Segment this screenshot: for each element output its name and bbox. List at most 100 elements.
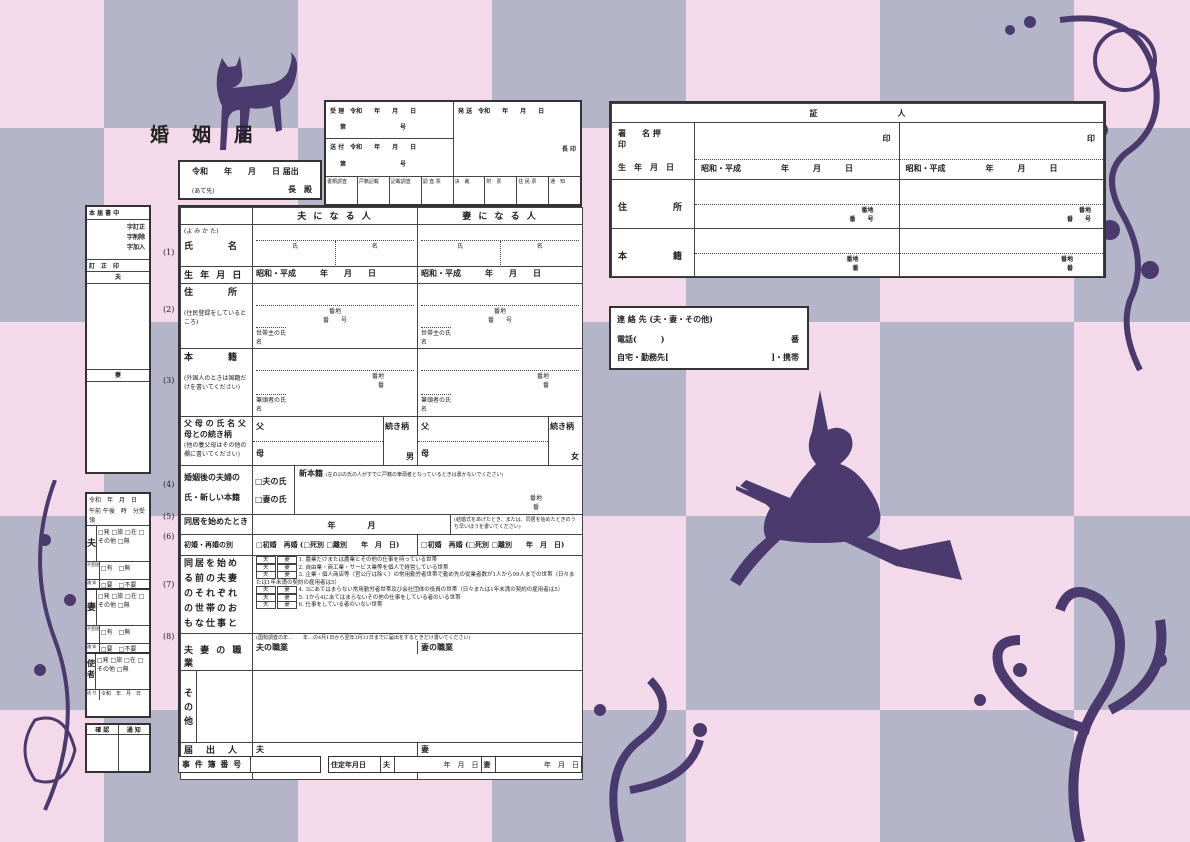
notify-label: 通 知 bbox=[87, 644, 100, 652]
new-domicile-field[interactable]: 新本籍 (左の☑の氏の人がすでに戸籍の筆頭者となっているときは書かないでください… bbox=[295, 466, 582, 514]
wife-surname-checkbox[interactable]: □妻の氏 bbox=[255, 490, 292, 508]
check-cell: 通 知 bbox=[550, 179, 566, 185]
household-option[interactable]: 夫 妻 6. 仕事をしている者のいない世帯 bbox=[256, 601, 579, 610]
wife-birth-field[interactable]: 昭和・平成 年 月 日 bbox=[417, 266, 584, 284]
notify-label: 通 知 bbox=[87, 580, 100, 588]
yes-no-options[interactable]: □有 □無 bbox=[100, 562, 131, 579]
household-label: 同居を始める前の夫妻のそれぞれの世帯のおもな仕事と bbox=[180, 555, 253, 634]
witness-birth-label: 生 年 月 日 bbox=[618, 162, 674, 172]
row-number: (7) bbox=[163, 580, 175, 589]
husband-header: 夫 に な る 人 bbox=[251, 207, 419, 225]
yes-no-options[interactable]: □有 □無 bbox=[100, 626, 131, 643]
sent-date[interactable]: 令和 年 月 日 bbox=[100, 690, 142, 700]
husband-marriage-type[interactable]: □初婚 再婚 (□死別 □離別 年 月 日) bbox=[251, 534, 419, 556]
wife-options[interactable]: □発 □旅 □在 □その他 □無 bbox=[97, 590, 149, 625]
filing-date[interactable]: 令和 年 月 日 届出 bbox=[192, 166, 299, 177]
vine-ornament-bottom-center bbox=[594, 677, 707, 842]
household-option[interactable]: 夫 妻 2. 自由業・商工業・サービス業等を個人で経営している世帯 bbox=[256, 563, 579, 573]
home-work-option[interactable]: 自宅・勤務先[ bbox=[617, 352, 669, 363]
mobile-option[interactable]: ]・携帯 bbox=[771, 352, 799, 363]
unaccepted-label: 不受理 bbox=[87, 626, 100, 643]
wife-residence-date[interactable]: 年 月 日 bbox=[496, 757, 582, 772]
household-option[interactable]: 夫 妻 3. 企業・個人商店等（官公庁は除く）の常用勤労者世帯で勤め先の従業者数… bbox=[256, 571, 579, 587]
husband-label: 夫 bbox=[87, 526, 98, 561]
husband-domicile-field[interactable]: 番地番筆頭者の氏名 bbox=[251, 348, 419, 417]
sent-label: 送 付 bbox=[87, 690, 100, 700]
wife-label: 妻 bbox=[87, 369, 149, 382]
occupation-label: 夫 妻 の 職 業 bbox=[180, 633, 253, 671]
witness-title: 証 人 bbox=[611, 103, 1104, 123]
form-title: 婚 姻 届 bbox=[150, 124, 256, 146]
husband-seal-area[interactable] bbox=[87, 284, 149, 369]
surname-label: 氏 bbox=[421, 241, 501, 265]
household-option[interactable]: 夫 妻 4. 3にあてはまらない常用勤労者世帯及び会社団体の役員の世帯（日々また… bbox=[256, 586, 579, 595]
reading-label: (よ み か た) bbox=[184, 228, 219, 235]
ban-go-label: 番 号 bbox=[849, 216, 874, 223]
husband-surname-checkbox[interactable]: □夫の氏 bbox=[255, 472, 292, 490]
other-field[interactable] bbox=[251, 670, 584, 743]
check-cell: 附 票 bbox=[485, 177, 518, 204]
witness-2-domicile[interactable]: 番地番 bbox=[898, 228, 1104, 277]
husband-birth-field[interactable]: 昭和・平成 年 月 日 bbox=[251, 266, 419, 284]
husband-occupation-field[interactable]: 夫の職業 bbox=[253, 641, 419, 654]
household-option[interactable]: 夫 妻 1. 農業だけまたは農業とその他の仕事を持っている世帯 bbox=[256, 556, 579, 565]
wife-parents-field[interactable]: 父母続き柄女 bbox=[417, 416, 584, 466]
seal-label: 印 bbox=[882, 133, 891, 143]
household-option[interactable]: 夫 妻 5. 1から4にあてはまらないその他の仕事をしている者のいる世帯 bbox=[256, 593, 579, 603]
ban-label: 番 bbox=[533, 504, 540, 511]
given-name-label: 名 bbox=[536, 243, 543, 250]
marriage-type-label: 初婚・再婚の別 bbox=[180, 534, 253, 556]
witness-1-address[interactable]: 番地番 号 bbox=[694, 179, 900, 229]
domicile-note: (外国人のときは国籍だけを書いてください) bbox=[184, 375, 247, 391]
husband-options[interactable]: □発 □旅 □在 □その他 □無 bbox=[97, 526, 149, 561]
witness-2-birth[interactable]: 昭和・平成 年 月 日 bbox=[899, 159, 1103, 177]
wife-domicile-field[interactable]: 番地番筆頭者の氏名 bbox=[417, 348, 584, 417]
confirm-notice-box: 確 認 通 知 bbox=[85, 723, 151, 773]
wife-label: 妻 bbox=[421, 744, 430, 754]
wife-occupation-field[interactable]: 妻の職業 bbox=[418, 641, 582, 654]
cohabit-date-field[interactable]: 年 月 bbox=[251, 514, 452, 535]
ban-label: 番 bbox=[852, 265, 859, 272]
case-number-field[interactable] bbox=[251, 757, 320, 772]
husband-name-field[interactable]: 氏名 bbox=[251, 224, 419, 267]
witch-silhouette-icon bbox=[730, 390, 962, 586]
messenger-options[interactable]: □発 □旅 □在 □その他 □無 bbox=[96, 654, 149, 689]
husband-address-field[interactable]: 番地番 号世帯主の氏名 bbox=[251, 283, 419, 349]
messenger-label: 使者 bbox=[87, 654, 96, 689]
household-options[interactable]: 夫 妻 1. 農業だけまたは農業とその他の仕事を持っている世帯 夫 妻 2. 自… bbox=[251, 555, 584, 634]
parents-note: (他の養父母はその他の欄に書いてください) bbox=[184, 442, 247, 458]
banchi-label: 番地 bbox=[372, 373, 385, 380]
wife-marriage-type[interactable]: □初婚 再婚 (□死別 □離別 年 月 日) bbox=[417, 534, 584, 556]
husband-label: 夫 bbox=[256, 744, 264, 754]
confirm-label: 確 認 bbox=[87, 725, 118, 735]
householder-label: 世帯主の氏名 bbox=[256, 327, 286, 346]
wife-label: 妻 bbox=[482, 757, 496, 772]
wife-name-field[interactable]: 氏名 bbox=[417, 224, 584, 267]
need-options[interactable]: □要 □不要 bbox=[100, 580, 137, 589]
banchi-label: 番地 bbox=[1060, 256, 1073, 263]
address-label: 住 所 bbox=[184, 288, 240, 298]
case-number-label: 事 件 簿 番 号 bbox=[179, 757, 251, 772]
contact-phone-field[interactable]: 電話( ) bbox=[617, 334, 665, 345]
ban-label: 番 bbox=[791, 334, 799, 344]
receipt-detail-box: 令和 年 月 日 午前 午後 時 分受領 夫 □発 □旅 □在 □その他 □無 不… bbox=[85, 492, 151, 718]
witness-box: 証 人 署 名 押 印生 年 月 日 印昭和・平成 年 月 日 印昭和・平成 年… bbox=[609, 101, 1106, 278]
witness-2-address[interactable]: 番地番 号 bbox=[898, 179, 1104, 229]
husband-parents-field[interactable]: 父母続き柄男 bbox=[251, 416, 419, 466]
witness-1-domicile[interactable]: 番地番 bbox=[694, 228, 900, 277]
cohabit-label: 同居を始めたとき bbox=[180, 514, 253, 535]
ban-go-label: 番 号 bbox=[1066, 216, 1091, 223]
sent-date: 送 付 令和 年 月 日 bbox=[330, 144, 417, 151]
wife-seal-area[interactable] bbox=[87, 382, 149, 462]
witness-2-sign-field[interactable]: 印昭和・平成 年 月 日 bbox=[898, 122, 1104, 180]
ban-label: 番 bbox=[1066, 265, 1073, 272]
husband-residence-date[interactable]: 年 月 日 bbox=[395, 757, 482, 772]
witness-1-sign-field[interactable]: 印昭和・平成 年 月 日 bbox=[694, 122, 900, 180]
need-options[interactable]: □要 □不要 bbox=[100, 644, 137, 653]
wife-address-field[interactable]: 番地番 号世帯主の氏名 bbox=[417, 283, 584, 349]
check-cells: 書類調査 戸籍記載 記載調査 調 査 票 決 裁 附 票 住 民 票 通 知 bbox=[326, 176, 580, 204]
correction-item: 字加入 bbox=[126, 244, 145, 251]
witness-1-birth[interactable]: 昭和・平成 年 月 日 bbox=[695, 159, 899, 177]
banchi-label: 番地 bbox=[846, 256, 859, 263]
husband-label: 夫 bbox=[381, 757, 395, 772]
